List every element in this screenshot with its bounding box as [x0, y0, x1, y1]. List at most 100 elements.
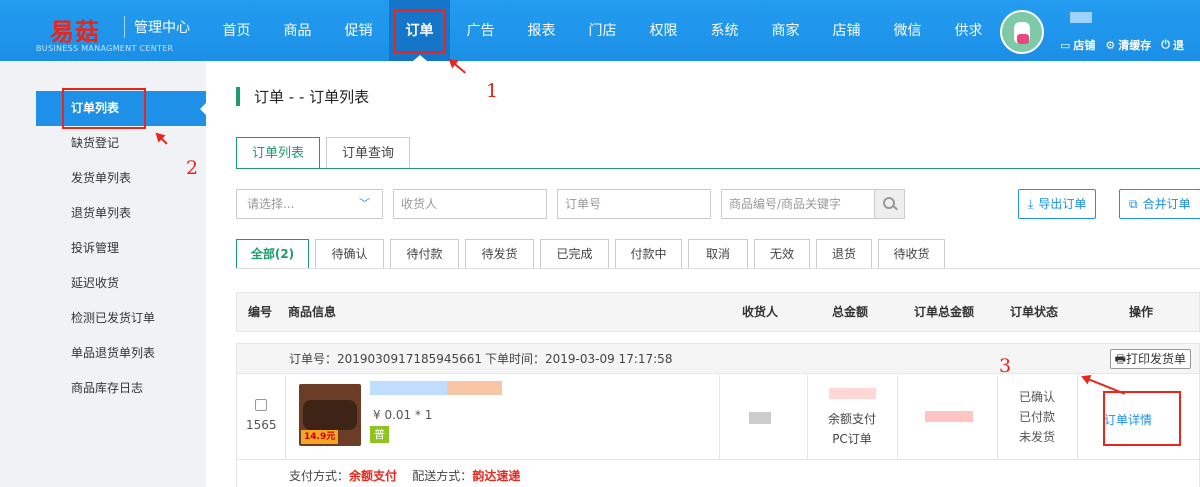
sidebar-item-check-shipped[interactable]: 检测已发货订单	[36, 301, 206, 336]
nav-stores[interactable]: 门店	[572, 0, 633, 61]
main-nav: 首页 商品 促销 订单 广告 报表 门店 权限 系统 商家 店铺 微信 供求	[206, 0, 999, 61]
search-button[interactable]	[875, 189, 905, 219]
status-tab-paying[interactable]: 付款中	[615, 239, 682, 269]
nav-permissions[interactable]: 权限	[633, 0, 694, 61]
order-status-payment: 已付款	[1018, 410, 1055, 424]
print-shipping-button[interactable]: 🖶打印发货单	[1109, 349, 1191, 369]
tab-order-list[interactable]: 订单列表	[236, 137, 321, 169]
chevron-down-icon: ﹀	[359, 197, 370, 210]
merge-orders-button[interactable]: ⧉ 合并订单	[1119, 189, 1200, 219]
nav-merchants[interactable]: 商家	[755, 0, 816, 61]
product-name-redacted	[447, 381, 502, 395]
order-time: 下单时间：2019-03-09 17:17:58	[485, 352, 673, 366]
nav-wechat[interactable]: 微信	[877, 0, 938, 61]
cell-divider	[719, 375, 720, 459]
annotation-box-2	[62, 88, 146, 129]
keyword-input[interactable]	[721, 189, 875, 219]
nav-reports[interactable]: 报表	[511, 0, 572, 61]
shop-action-button[interactable]: ▭ 店铺	[1060, 37, 1095, 53]
type-select[interactable]: 请选择... ﹀	[236, 189, 383, 219]
annotation-box-1	[394, 9, 446, 53]
cell-divider	[897, 375, 898, 459]
annotation-number-2: 2	[186, 157, 199, 179]
column-header: 商品信息	[288, 305, 337, 319]
nav-supply[interactable]: 供求	[938, 0, 999, 61]
receiver-redacted	[749, 412, 771, 424]
nav-ads[interactable]: 广告	[450, 0, 511, 61]
top-actions: ▭ 店铺 ⚙ 清缓存 ⏻ 退	[1060, 37, 1194, 53]
tab-order-query[interactable]: 订单查询	[326, 137, 411, 169]
power-icon: ⏻	[1161, 38, 1170, 51]
top-bar: 易菇 管理中心 BUSINESS MANAGMENT CENTER 首页 商品 …	[0, 0, 1200, 61]
order-header: 订单号：2019030917185945661 下单时间：2019-03-09 …	[237, 344, 1199, 374]
page-title: 订单 - - 订单列表	[254, 87, 370, 106]
nav-home[interactable]: 首页	[206, 0, 267, 61]
tabs-underline	[236, 168, 1200, 169]
printer-icon: 🖶	[1114, 352, 1126, 366]
status-tab-invalid[interactable]: 无效	[754, 239, 810, 269]
sidebar-item-complaints[interactable]: 投诉管理	[36, 231, 206, 266]
sidebar-item-stock-log[interactable]: 商品库存日志	[36, 371, 206, 406]
sidebar-item-return-list[interactable]: 退货单列表	[36, 196, 206, 231]
main-content: 订单 - - 订单列表 订单列表 订单查询 请选择... ﹀ ⤓导出订单 ⧉合并…	[206, 61, 1200, 487]
sidebar-item-shipping-list[interactable]: 发货单列表	[36, 161, 206, 196]
status-tab-returned[interactable]: 退货	[816, 239, 872, 269]
clear-cache-button[interactable]: ⚙ 清缓存	[1105, 37, 1151, 53]
cell-divider	[997, 375, 998, 459]
order-source: PC订单	[832, 432, 872, 446]
status-tab-cancelled[interactable]: 取消	[688, 239, 748, 269]
logout-button[interactable]: ⏻ 退	[1161, 37, 1184, 53]
receiver-input[interactable]	[393, 189, 547, 219]
logo-separator	[124, 16, 125, 38]
sidebar-item-item-returns[interactable]: 单品退货单列表	[36, 336, 206, 371]
status-tabs: 全部(2) 待确认 待付款 待发货 已完成 付款中 取消 无效 退货 待收货	[236, 239, 951, 269]
status-tab-all[interactable]: 全部(2)	[236, 239, 309, 269]
logo-mark: 易菇	[50, 18, 100, 46]
status-tab-pending-payment[interactable]: 待付款	[390, 239, 459, 269]
download-icon: ⤓	[1028, 197, 1034, 211]
cell-divider	[285, 375, 286, 459]
status-tab-pending-receipt[interactable]: 待收货	[878, 239, 945, 269]
sidebar-item-delayed-receipt[interactable]: 延迟收货	[36, 266, 206, 301]
column-header: 订单总金额	[914, 305, 975, 319]
nav-system[interactable]: 系统	[694, 0, 755, 61]
username-redacted	[1070, 12, 1092, 23]
page-header: 订单 - - 订单列表	[236, 86, 369, 106]
product-image-tag: 14.9元	[301, 430, 339, 444]
amount-redacted	[829, 388, 876, 399]
status-tabs-underline	[236, 268, 1200, 269]
cell-divider	[807, 375, 808, 459]
title-accent-bar	[236, 86, 240, 106]
product-price: ¥ 0.01 * 1	[373, 408, 433, 422]
nav-shops[interactable]: 店铺	[816, 0, 877, 61]
logo[interactable]: 易菇 管理中心 BUSINESS MANAGMENT CENTER	[36, 8, 206, 58]
order-divider	[237, 459, 1199, 460]
copy-icon: ⧉	[1129, 197, 1138, 211]
payment-type: 余额支付	[827, 412, 876, 426]
column-header: 总金额	[832, 305, 869, 319]
status-tab-pending-shipment[interactable]: 待发货	[465, 239, 534, 269]
nav-promotion[interactable]: 促销	[328, 0, 389, 61]
column-header: 订单状态	[1010, 305, 1059, 319]
status-tab-completed[interactable]: 已完成	[540, 239, 609, 269]
product-image[interactable]: 14.9元	[299, 384, 361, 446]
table-header: 编号 商品信息 收货人 总金额 订单总金额 订单状态 操作	[236, 292, 1200, 332]
order-id: 1565	[246, 418, 277, 432]
column-header: 编号	[248, 305, 273, 319]
status-tab-pending-confirm[interactable]: 待确认	[315, 239, 384, 269]
gear-icon: ⚙	[1105, 38, 1116, 52]
avatar[interactable]	[1000, 10, 1044, 54]
sidebar-item-out-of-stock[interactable]: 缺货登记	[36, 126, 206, 161]
order-number: 订单号：2019030917185945661	[289, 352, 483, 366]
cell-divider	[1077, 375, 1078, 459]
export-orders-button[interactable]: ⤓ 导出订单	[1018, 189, 1097, 219]
order-no-input[interactable]	[557, 189, 711, 219]
logo-title: 管理中心	[134, 20, 190, 36]
order-status-shipping: 未发货	[1018, 430, 1055, 444]
annotation-number-3: 3	[999, 355, 1012, 377]
annotation-box-3	[1103, 391, 1181, 446]
order-checkbox[interactable]	[255, 399, 267, 411]
nav-goods[interactable]: 商品	[267, 0, 328, 61]
store-icon: ▭	[1060, 38, 1071, 52]
annotation-number-1: 1	[486, 80, 499, 102]
